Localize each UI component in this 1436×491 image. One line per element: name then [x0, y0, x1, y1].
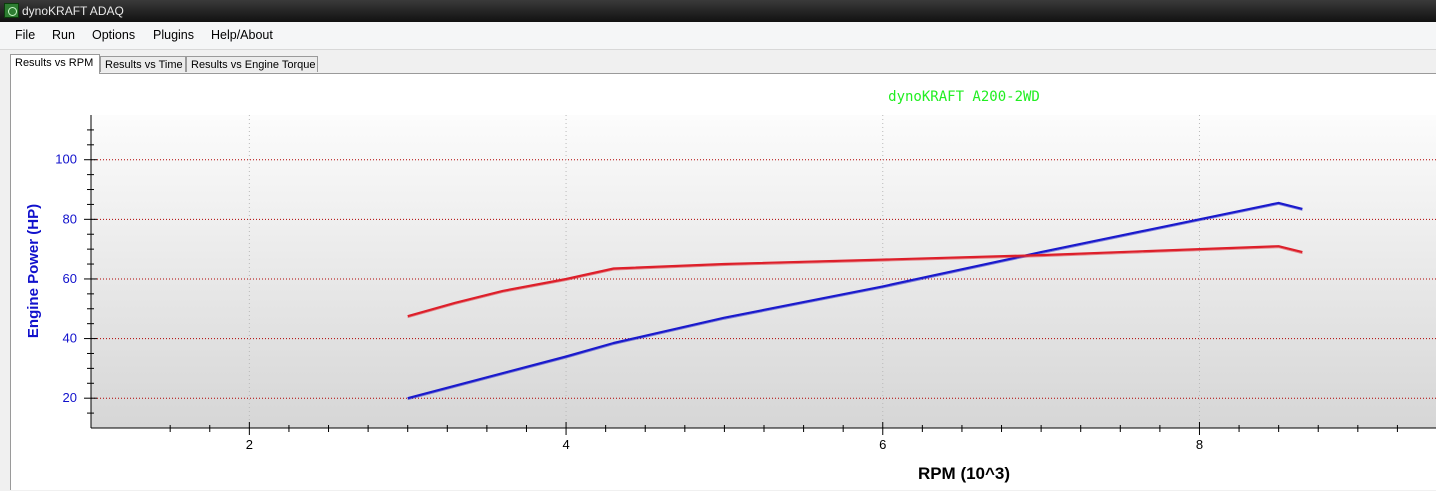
- menu-help-about[interactable]: Help/About: [211, 28, 273, 42]
- app-icon: [4, 3, 19, 18]
- engine-power-chart: dynoKRAFT A200-2WD 20 40 60 80 100 2 4 6 8 RPM (…: [25, 89, 1436, 483]
- plot-area: [91, 115, 1436, 428]
- title-bar: dynoKRAFT ADAQ: [0, 0, 1436, 22]
- menu-plugins[interactable]: Plugins: [153, 28, 194, 42]
- tab-results-vs-engine-torque[interactable]: Results vs Engine Torque: [186, 56, 318, 72]
- x-tick-label: 4: [562, 437, 569, 452]
- y-tick-label: 80: [63, 211, 77, 226]
- x-tick-label: 2: [246, 437, 253, 452]
- y-tick-label: 60: [63, 271, 77, 286]
- menu-options[interactable]: Options: [92, 28, 135, 42]
- y-axis-label: Engine Power (HP): [25, 204, 42, 338]
- tab-results-vs-time[interactable]: Results vs Time: [100, 56, 186, 72]
- y-tick-label: 40: [63, 331, 77, 346]
- chart-title: dynoKRAFT A200-2WD: [888, 89, 1040, 105]
- x-tick-label: 8: [1196, 437, 1203, 452]
- tab-strip: Results vs RPM Results vs Time Results v…: [0, 54, 1436, 74]
- y-tick-label: 20: [63, 390, 77, 405]
- x-tick-label: 6: [879, 437, 886, 452]
- menu-bar: File Run Options Plugins Help/About: [0, 22, 1436, 50]
- menu-file[interactable]: File: [15, 28, 35, 42]
- tab-results-vs-rpm[interactable]: Results vs RPM: [10, 54, 100, 74]
- window-title: dynoKRAFT ADAQ: [22, 4, 124, 18]
- chart-panel: dynoKRAFT A200-2WD 20 40 60 80 100 2 4 6 8 RPM (…: [10, 73, 1436, 490]
- y-tick-label: 100: [55, 152, 77, 167]
- menu-run[interactable]: Run: [52, 28, 75, 42]
- x-axis-label: RPM (10^3): [918, 464, 1010, 483]
